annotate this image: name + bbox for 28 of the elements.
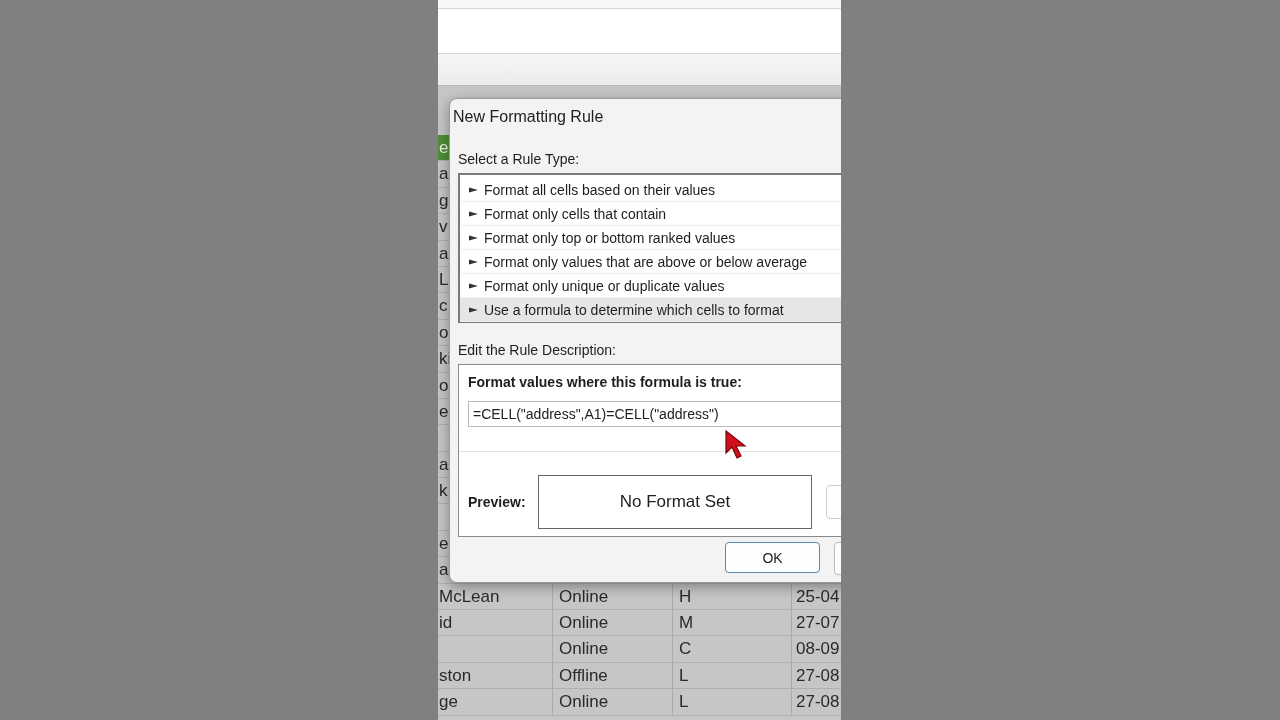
arrow-icon — [469, 281, 478, 290]
table-cell-text: 27-08 — [795, 691, 841, 714]
table-cell: L — [673, 689, 792, 715]
preview-box: No Format Set — [538, 475, 812, 529]
table-cell: C — [673, 636, 792, 662]
arrow-icon — [469, 185, 478, 194]
table-cell: L — [673, 662, 792, 689]
table-cell: ge — [438, 689, 553, 715]
table-cell-text: 08-09 — [795, 638, 841, 661]
arrow-icon — [469, 233, 478, 242]
cursor-icon — [724, 429, 750, 461]
table-cell: Offline — [553, 662, 673, 689]
arrow-icon — [469, 257, 478, 266]
table-cell: id — [438, 610, 553, 636]
list-item[interactable]: Use a formula to determine which cells to format — [460, 298, 841, 322]
table-cell-text: 25-04 — [795, 585, 841, 608]
table-cell: Online — [553, 689, 673, 715]
arrow-icon — [469, 209, 478, 218]
table-cell-text: 27-08 — [795, 664, 841, 687]
arrow-icon — [469, 305, 478, 314]
table-cell: M — [673, 610, 792, 636]
dialog-title: New Formatting Rule — [453, 108, 605, 126]
table-cell: Online — [553, 610, 673, 636]
table-cell: Online — [553, 636, 673, 662]
ok-button[interactable]: OK — [725, 542, 820, 573]
table-cell: ston — [438, 662, 553, 689]
formula-field[interactable]: =CELL("address",A1)=CELL("address") — [468, 401, 841, 427]
table-cell-text: 27-07 — [795, 612, 841, 635]
